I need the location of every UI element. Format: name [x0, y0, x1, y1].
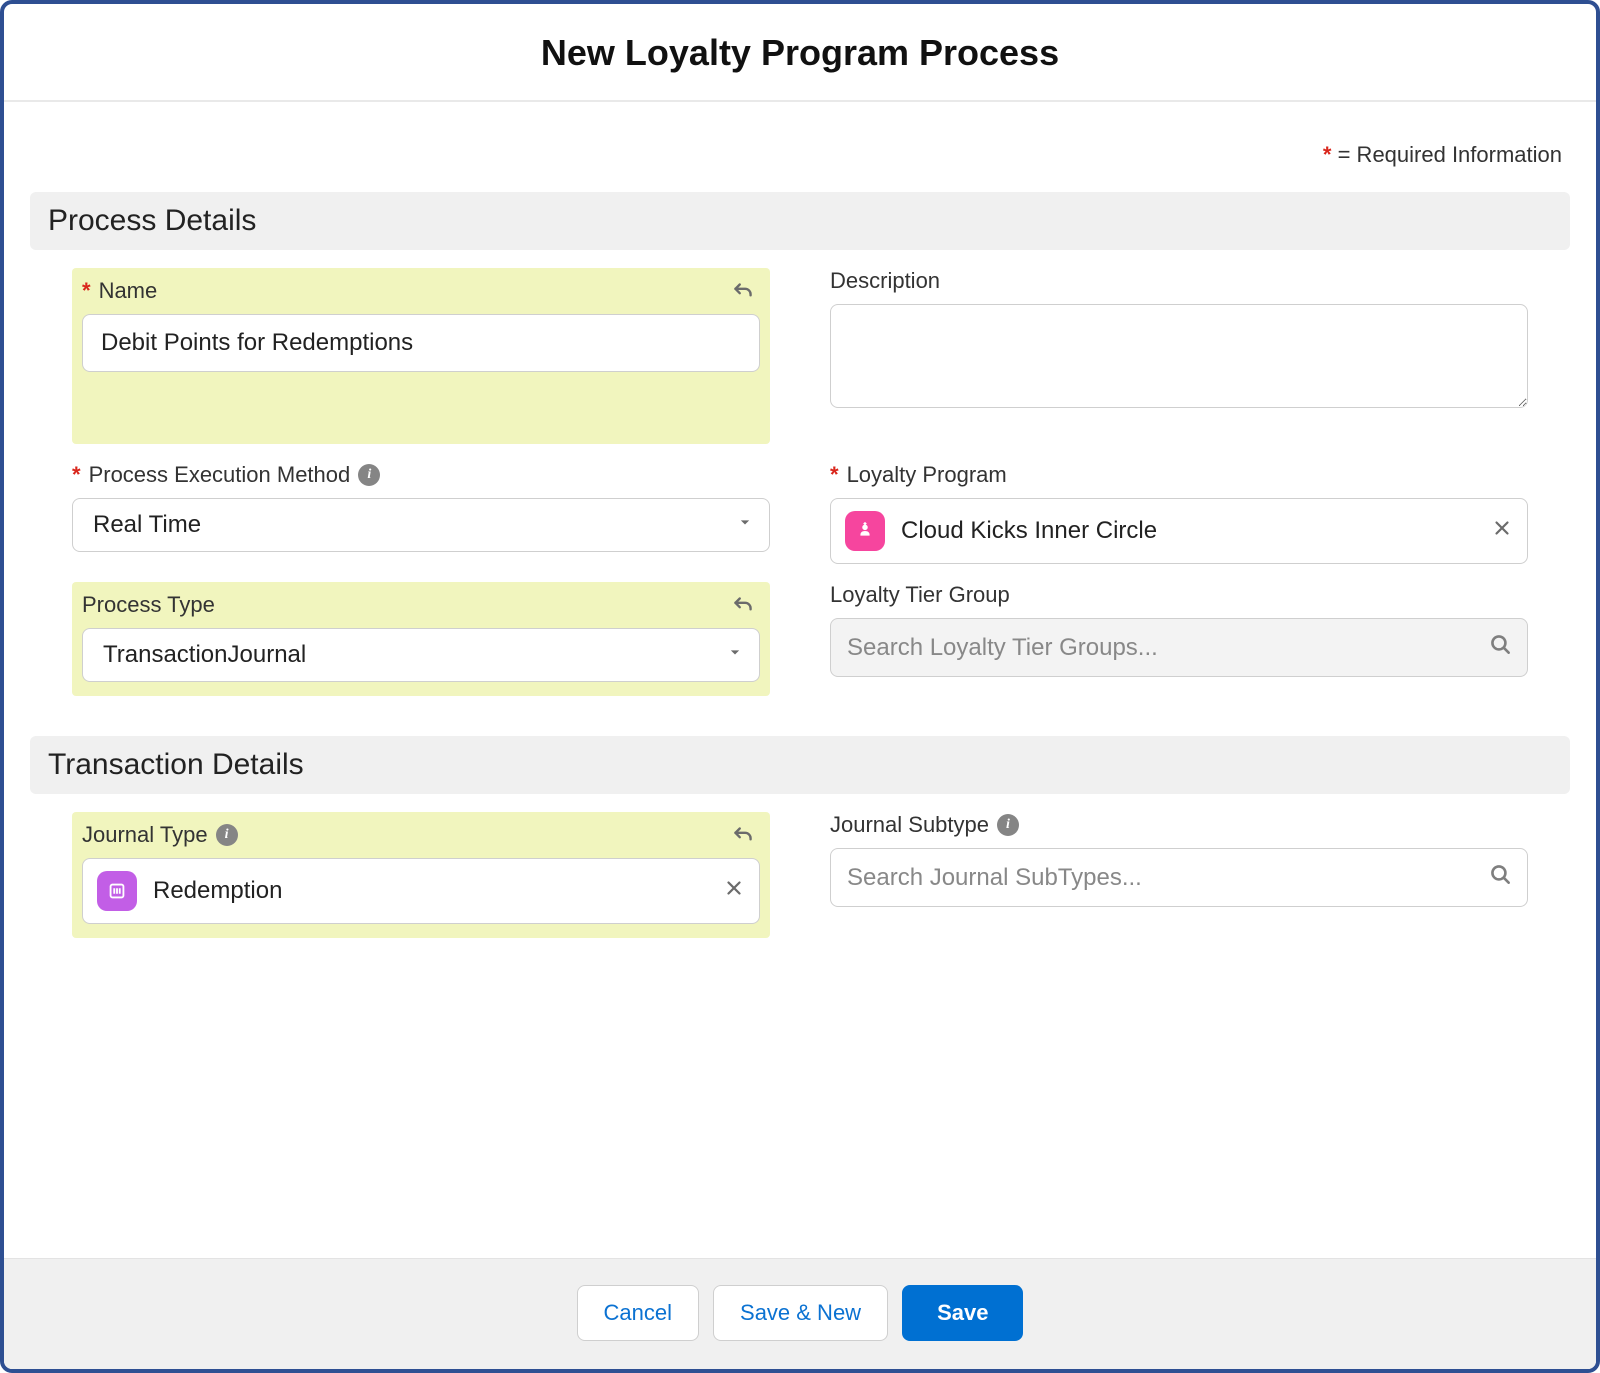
undo-icon[interactable]	[730, 278, 756, 309]
field-label: Journal Type i	[82, 822, 760, 848]
required-star-icon: *	[1323, 142, 1332, 167]
chevron-down-icon	[735, 511, 755, 539]
journal-type-icon	[97, 871, 137, 911]
lookup-value: Cloud Kicks Inner Circle	[901, 517, 1157, 545]
cancel-button[interactable]: Cancel	[577, 1285, 699, 1341]
modal-title: New Loyalty Program Process	[4, 32, 1596, 74]
label-text: Process Type	[82, 592, 215, 618]
field-journal-type: Journal Type i Redemption	[72, 812, 770, 938]
label-text: Journal Subtype	[830, 812, 989, 838]
description-textarea[interactable]	[830, 304, 1528, 408]
field-label: * Name	[82, 278, 760, 304]
section-header-transaction-details: Transaction Details	[30, 736, 1570, 794]
label-text: Name	[99, 278, 158, 304]
modal-body: * = Required Information Process Details…	[4, 102, 1596, 1258]
clear-icon[interactable]	[1491, 517, 1513, 546]
required-star-icon: *	[72, 462, 81, 488]
process-execution-method-select[interactable]: Real Time	[72, 498, 770, 552]
field-label: * Loyalty Program	[830, 462, 1528, 488]
modal-new-loyalty-program-process: New Loyalty Program Process * = Required…	[0, 0, 1600, 1373]
process-details-grid: * Name Description * Process Execution M…	[30, 268, 1570, 736]
field-description: Description	[830, 268, 1528, 444]
required-note-text: = Required Information	[1338, 142, 1562, 167]
modal-titlebar: New Loyalty Program Process	[4, 4, 1596, 102]
required-star-icon: *	[830, 462, 839, 488]
undo-icon[interactable]	[730, 592, 756, 623]
loyalty-tier-group-input[interactable]	[845, 633, 1471, 663]
field-journal-subtype: Journal Subtype i	[830, 812, 1528, 938]
field-label: Description	[830, 268, 1528, 294]
field-loyalty-program: * Loyalty Program Cloud Kicks Inner Circ…	[830, 462, 1528, 564]
field-process-execution-method: * Process Execution Method i Real Time	[72, 462, 770, 564]
search-icon	[1487, 631, 1513, 664]
info-icon[interactable]: i	[997, 814, 1019, 836]
modal-footer: Cancel Save & New Save	[4, 1258, 1596, 1369]
field-label: Loyalty Tier Group	[830, 582, 1528, 608]
label-text: Process Execution Method	[89, 462, 351, 488]
select-value: TransactionJournal	[97, 641, 306, 669]
journal-subtype-input[interactable]	[845, 863, 1471, 893]
search-icon	[1487, 861, 1513, 894]
field-name: * Name	[72, 268, 770, 444]
lookup-value: Redemption	[153, 877, 282, 905]
field-label: Journal Subtype i	[830, 812, 1528, 838]
required-star-icon: *	[82, 278, 91, 304]
field-process-type: Process Type TransactionJournal	[72, 582, 770, 696]
clear-icon[interactable]	[723, 877, 745, 906]
process-type-select[interactable]: TransactionJournal	[82, 628, 760, 682]
label-text: Journal Type	[82, 822, 208, 848]
field-label: * Process Execution Method i	[72, 462, 770, 488]
save-and-new-button[interactable]: Save & New	[713, 1285, 888, 1341]
loyalty-program-lookup[interactable]: Cloud Kicks Inner Circle	[830, 498, 1528, 564]
loyalty-tier-group-search[interactable]	[830, 618, 1528, 677]
undo-icon[interactable]	[730, 822, 756, 853]
name-input[interactable]	[82, 314, 760, 372]
info-icon[interactable]: i	[216, 824, 238, 846]
section-header-process-details: Process Details	[30, 192, 1570, 250]
save-button[interactable]: Save	[902, 1285, 1023, 1341]
label-text: Description	[830, 268, 940, 294]
chevron-down-icon	[725, 641, 745, 669]
label-text: Loyalty Tier Group	[830, 582, 1010, 608]
info-icon[interactable]: i	[358, 464, 380, 486]
select-value: Real Time	[87, 511, 201, 539]
field-label: Process Type	[82, 592, 760, 618]
loyalty-program-icon	[845, 511, 885, 551]
journal-subtype-search[interactable]	[830, 848, 1528, 907]
journal-type-lookup[interactable]: Redemption	[82, 858, 760, 924]
required-note: * = Required Information	[30, 142, 1570, 168]
field-loyalty-tier-group: Loyalty Tier Group	[830, 582, 1528, 696]
transaction-details-grid: Journal Type i Redemption	[30, 812, 1570, 978]
label-text: Loyalty Program	[847, 462, 1007, 488]
